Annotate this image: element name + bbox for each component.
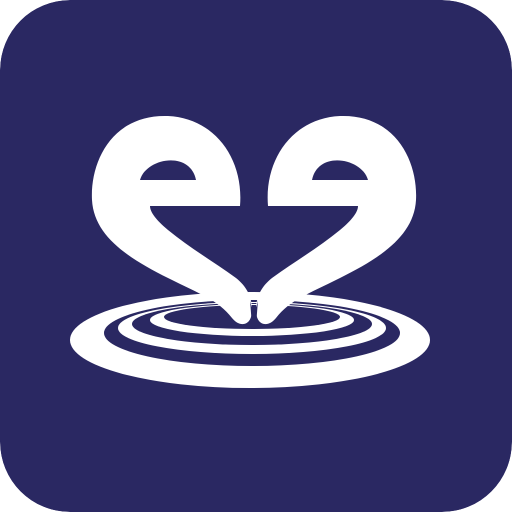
app-icon bbox=[0, 0, 512, 512]
icon-background bbox=[0, 0, 512, 512]
heart-ripple-logo-icon bbox=[0, 0, 512, 512]
